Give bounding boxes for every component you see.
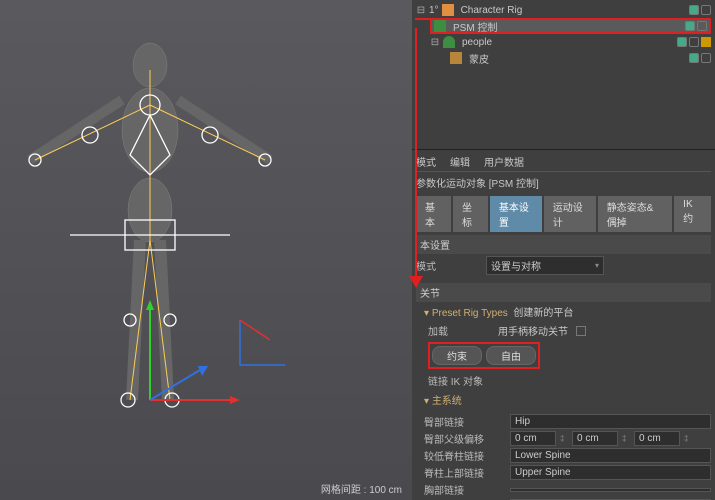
offset-field[interactable]: 0 cm xyxy=(572,431,618,446)
constraint-button[interactable]: 约束 xyxy=(432,346,482,365)
joint-label: 脊柱上部链接 xyxy=(416,465,506,480)
hierarchy-panel[interactable]: ⊟ 1° Character Rig PSM 控制 ⊟ people 蒙皮 xyxy=(412,0,715,150)
attr-menu: 模式 编辑 用户数据 xyxy=(416,152,711,172)
walker-icon xyxy=(434,20,446,32)
mode-dropdown[interactable]: 设置与对称▾ xyxy=(486,256,604,275)
attribute-panel: 模式 编辑 用户数据 参数化运动对象 [PSM 控制] 基本 坐标 基本设置 运… xyxy=(412,150,715,500)
spinner-icon[interactable]: ‡ xyxy=(684,434,692,443)
skin-icon xyxy=(450,52,462,64)
grid-spacing-label: 网格间距 : 100 cm xyxy=(321,481,402,496)
right-panel: ⊟ 1° Character Rig PSM 控制 ⊟ people 蒙皮 模式… xyxy=(412,0,715,500)
item-label: PSM 控制 xyxy=(449,19,501,34)
expand-icon[interactable]: ⊟ xyxy=(416,5,426,16)
item-label: 蒙皮 xyxy=(465,51,493,66)
annotation-arrow xyxy=(415,28,417,282)
human-icon xyxy=(443,36,455,48)
tab-ik[interactable]: IK 约 xyxy=(674,196,711,232)
vis-dot[interactable] xyxy=(697,21,707,31)
preset-rig-types-header[interactable]: Preset Rig Types 创建新的平台 xyxy=(416,302,711,321)
spinner-icon[interactable]: ‡ xyxy=(622,434,630,443)
joint-row: 较低脊柱链接 Lower Spine xyxy=(416,447,711,464)
constraint-buttons: 约束 自由 xyxy=(428,342,540,369)
rig-icon xyxy=(442,4,454,16)
tab-coord[interactable]: 坐标 xyxy=(453,196,488,232)
annotation-arrow xyxy=(409,276,423,295)
offset-row: 臀部父级偏移 0 cm ‡ 0 cm ‡ 0 cm ‡ xyxy=(416,430,711,447)
character-wireframe xyxy=(0,0,412,500)
main-system-header[interactable]: 主系统 xyxy=(416,390,711,409)
joint-row: 脊柱上部链接 Upper Spine xyxy=(416,464,711,481)
tab-motion[interactable]: 运动设计 xyxy=(544,196,596,232)
hand-move-label: 用手柄移动关节 xyxy=(498,323,568,338)
offset-label: 臀部父级偏移 xyxy=(416,431,506,446)
section-head-base: 本设置 xyxy=(416,235,711,254)
joint-label: 臀部链接 xyxy=(416,414,506,429)
joint-label: 胸部链接 xyxy=(416,482,506,497)
vis-dot[interactable] xyxy=(677,37,687,47)
tag-icon[interactable] xyxy=(701,37,711,47)
spinner-icon[interactable]: ‡ xyxy=(560,434,568,443)
field-mode: 模式 设置与对称▾ xyxy=(416,254,711,277)
vis-dot[interactable] xyxy=(701,5,711,15)
vis-dot[interactable] xyxy=(689,53,699,63)
menu-edit[interactable]: 编辑 xyxy=(450,154,470,169)
joint-value-field[interactable] xyxy=(510,488,711,492)
viewport-3d[interactable]: 网格间距 : 100 cm xyxy=(0,0,412,500)
vis-dot[interactable] xyxy=(685,21,695,31)
joint-row: 臀部链接 Hip xyxy=(416,413,711,430)
menu-userdata[interactable]: 用户数据 xyxy=(484,154,524,169)
vis-dot[interactable] xyxy=(689,5,699,15)
label: 链接 IK 对象 xyxy=(428,373,494,388)
depth-label: 1° xyxy=(429,5,439,16)
hierarchy-item-people[interactable]: ⊟ people xyxy=(430,34,711,50)
joint-value-field[interactable]: Upper Spine xyxy=(510,465,711,480)
joint-row: 胸部链接 xyxy=(416,481,711,498)
hierarchy-item-psm[interactable]: PSM 控制 xyxy=(430,18,711,34)
joint-value-field[interactable]: Lower Spine xyxy=(510,448,711,463)
chevron-down-icon: ▾ xyxy=(595,261,599,270)
joint-value-field[interactable]: Hip xyxy=(510,414,711,429)
label: 加载 xyxy=(428,323,494,338)
offset-field[interactable]: 0 cm xyxy=(634,431,680,446)
joint-list: 臀部链接 Hip 臀部父级偏移 0 cm ‡ 0 cm ‡ 0 cm ‡ 较低脊柱链接 Lower … xyxy=(416,413,711,500)
tab-basic[interactable]: 基本 xyxy=(416,196,451,232)
tab-static[interactable]: 静态姿态&偶掉 xyxy=(598,196,672,232)
section-head-joint: 关节 xyxy=(416,283,711,302)
field-ik-link: 链接 IK 对象 xyxy=(416,371,711,390)
hierarchy-item-root[interactable]: ⊟ 1° Character Rig xyxy=(416,2,711,18)
expand-icon[interactable]: ⊟ xyxy=(430,37,440,48)
free-button[interactable]: 自由 xyxy=(486,346,536,365)
vis-dot[interactable] xyxy=(689,37,699,47)
item-label: people xyxy=(458,37,496,48)
checkbox-handmove[interactable] xyxy=(576,326,586,336)
label: 模式 xyxy=(416,258,482,273)
hierarchy-item-skin[interactable]: 蒙皮 xyxy=(450,50,711,66)
annotation-arrow xyxy=(415,18,435,20)
joint-label: 较低脊柱链接 xyxy=(416,448,506,463)
offset-field[interactable]: 0 cm xyxy=(510,431,556,446)
item-label: Character Rig xyxy=(457,5,527,16)
attr-object-title: 参数化运动对象 [PSM 控制] xyxy=(416,172,711,193)
menu-mode[interactable]: 模式 xyxy=(416,154,436,169)
tab-base-settings[interactable]: 基本设置 xyxy=(490,196,542,232)
attr-tabs: 基本 坐标 基本设置 运动设计 静态姿态&偶掉 IK 约 xyxy=(416,196,711,232)
field-load: 加载 用手柄移动关节 xyxy=(416,321,711,340)
vis-dot[interactable] xyxy=(701,53,711,63)
